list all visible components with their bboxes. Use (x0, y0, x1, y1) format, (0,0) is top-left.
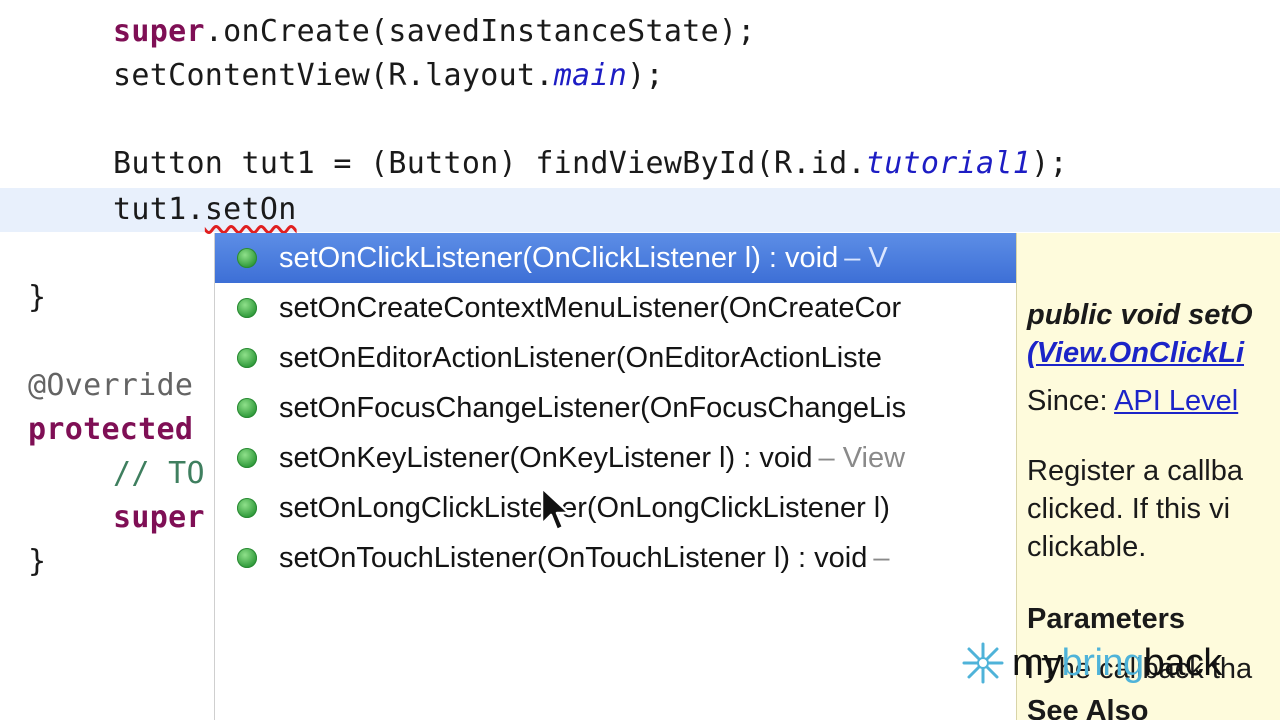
code-line: protected (28, 408, 193, 452)
code-token: // TO (113, 456, 205, 491)
public-method-icon (237, 548, 257, 568)
code-line: tut1.setOn (113, 188, 297, 232)
code-token: ); (1031, 146, 1068, 181)
public-method-icon (237, 248, 257, 268)
code-token: tut1. (113, 192, 205, 227)
code-token: Button tut1 = (Button) findViewById(R.id… (113, 146, 866, 181)
javadoc-description-line: clickable. (1027, 531, 1147, 563)
eclipse-editor-window: super.onCreate(savedInstanceState); setCo… (0, 0, 1280, 720)
code-line: } (28, 540, 46, 584)
javadoc-description-line: Register a callba (1027, 455, 1243, 487)
code-token: @Override (28, 368, 194, 403)
proposal-origin: – (873, 541, 890, 574)
code-token: } (28, 544, 47, 579)
public-method-icon (237, 448, 257, 468)
mybringback-watermark: mybringback (960, 640, 1222, 686)
proposal-item[interactable]: setOnKeyListener(OnKeyListener l) : void… (215, 433, 1017, 483)
proposal-item[interactable]: setOnLongClickListener(OnLongClickListen… (215, 483, 1017, 533)
code-token: super (113, 500, 205, 535)
code-token: .onCreate(savedInstanceState); (204, 14, 756, 49)
code-token: } (28, 280, 47, 315)
code-line: } (28, 276, 46, 320)
public-method-icon (237, 348, 257, 368)
proposal-origin: – V (844, 241, 888, 274)
public-method-icon (237, 498, 257, 518)
code-line: // TO (113, 452, 205, 496)
proposal-signature: setOnEditorActionListener(OnEditorAction… (279, 341, 882, 374)
code-line: setContentView(R.layout.main); (113, 54, 664, 98)
proposal-item[interactable]: setOnFocusChangeListener(OnFocusChangeLi… (215, 383, 1017, 433)
code-token: tutorial1 (865, 146, 1032, 181)
code-line: super.onCreate(savedInstanceState); (113, 10, 756, 54)
proposal-signature: setOnClickListener(OnClickListener l) : … (279, 241, 839, 274)
javadoc-parameters-heading: Parameters (1027, 603, 1185, 635)
proposal-item[interactable]: setOnCreateContextMenuListener(OnCreateC… (215, 283, 1017, 333)
code-token: main (553, 58, 628, 93)
code-line: super (113, 496, 205, 540)
code-token: setContentView(R.layout. (113, 58, 554, 93)
public-method-icon (237, 298, 257, 318)
javadoc-api-level-link[interactable]: API Level (1114, 385, 1238, 417)
proposal-signature: setOnKeyListener(OnKeyListener l) : void (279, 441, 813, 474)
star-burst-icon (962, 642, 1004, 684)
javadoc-see-also: See Also (1027, 695, 1149, 720)
proposal-origin: – View (818, 441, 906, 474)
proposal-signature: setOnCreateContextMenuListener(OnCreateC… (279, 291, 902, 324)
code-token: setOn (204, 192, 297, 227)
javadoc-since: Since: API Level (1027, 385, 1239, 417)
code-token: ); (627, 58, 664, 93)
code-line: Button tut1 = (Button) findViewById(R.id… (113, 142, 1068, 186)
public-method-icon (237, 398, 257, 418)
proposal-signature: setOnTouchListener(OnTouchListener l) : … (279, 541, 868, 574)
code-token: super (113, 14, 205, 49)
javadoc-signature: public void setO (1027, 299, 1253, 331)
javadoc-param-type-link[interactable]: (View.OnClickLi (1027, 337, 1244, 369)
proposal-signature: setOnLongClickListener(OnLongClickListen… (279, 491, 890, 524)
code-token: protected (28, 412, 194, 447)
javadoc-description-line: clicked. If this vi (1027, 493, 1231, 525)
watermark-text: mybringback (1012, 641, 1222, 684)
proposal-list: setOnClickListener(OnClickListener l) : … (215, 233, 1017, 583)
proposal-item[interactable]: setOnClickListener(OnClickListener l) : … (215, 233, 1017, 283)
javadoc-param-type: (View.OnClickLi (1027, 337, 1244, 370)
proposal-item[interactable]: setOnEditorActionListener(OnEditorAction… (215, 333, 1017, 383)
proposal-item[interactable]: setOnTouchListener(OnTouchListener l) : … (215, 533, 1017, 583)
code-line: @Override (28, 364, 193, 408)
mouse-pointer-icon (540, 486, 570, 532)
proposal-signature: setOnFocusChangeListener(OnFocusChangeLi… (279, 391, 907, 424)
content-assist-popup[interactable]: setOnClickListener(OnClickListener l) : … (214, 233, 1017, 720)
